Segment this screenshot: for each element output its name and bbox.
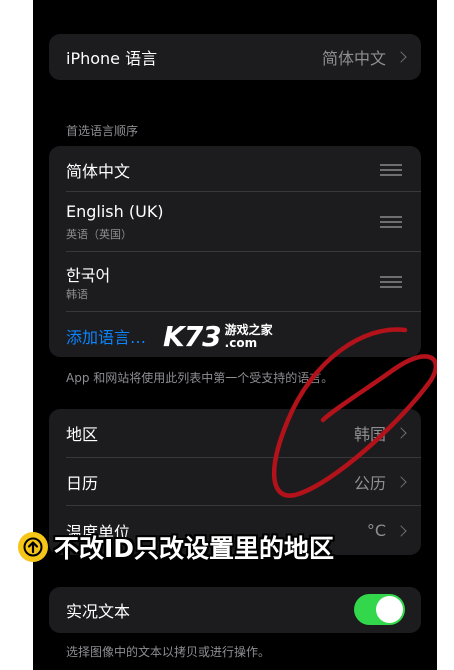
caption-banner: 不改ID只改设置里的地区 xyxy=(18,529,334,565)
arrow-up-circle-icon xyxy=(18,532,48,562)
settings-screen: iPhone 语言 简体中文 首选语言顺序 简体中文 English (UK) … xyxy=(33,0,437,670)
caption-text: 不改ID只改设置里的地区 xyxy=(54,534,335,563)
red-circle-annotation xyxy=(272,327,437,498)
